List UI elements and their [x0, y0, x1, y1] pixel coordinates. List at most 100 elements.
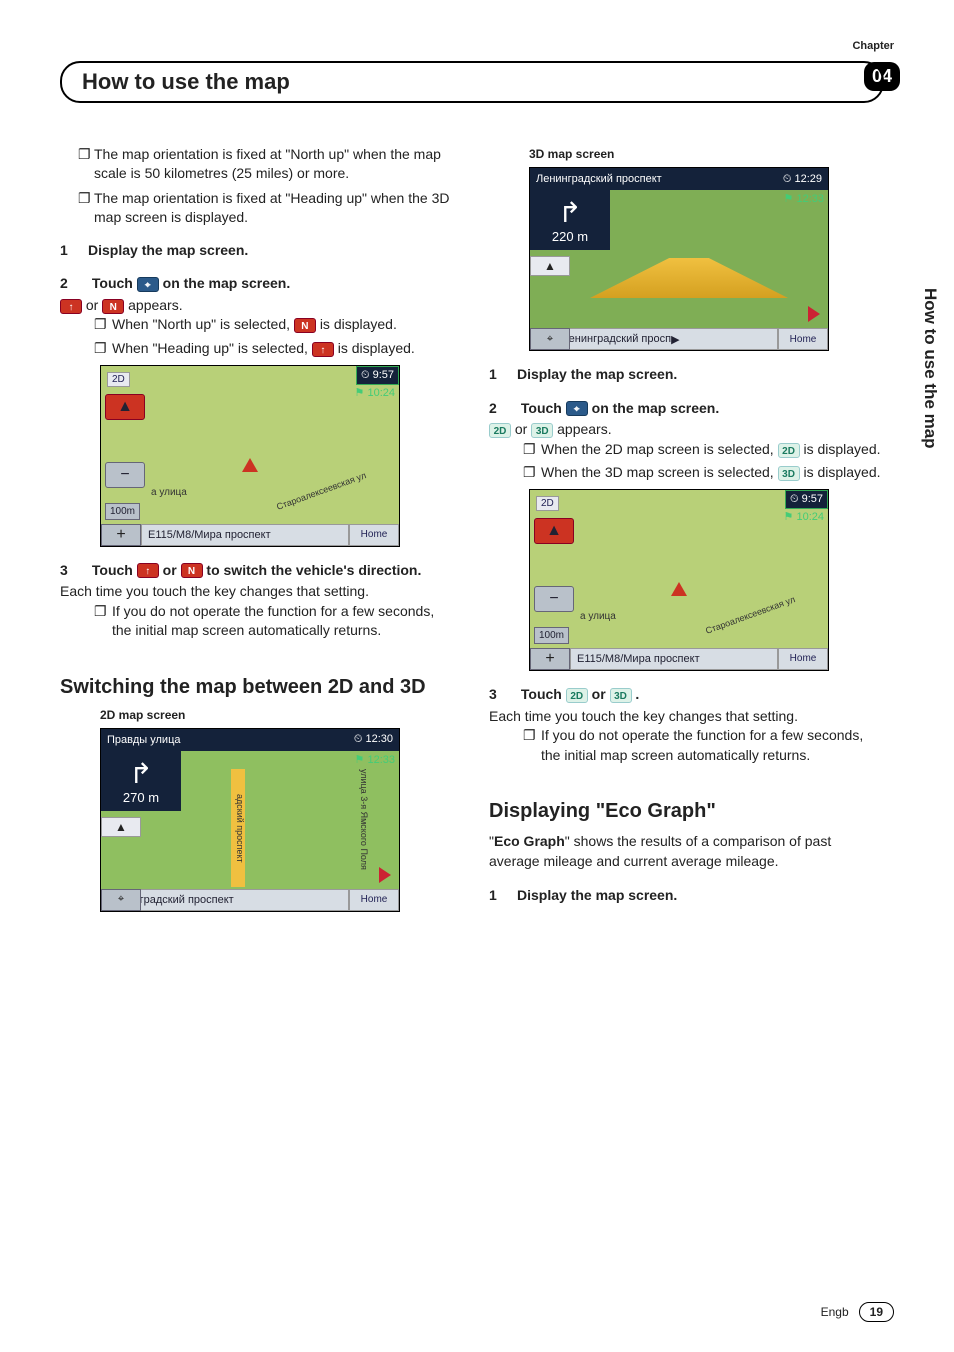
step-text: on the map screen. [163, 275, 291, 291]
current-road: E115/М8/Мира проспект [141, 524, 349, 546]
paragraph: Each time you touch the key changes that… [60, 582, 455, 602]
step-text: Display the map screen. [88, 242, 248, 258]
compass-icon: ⌖ [566, 401, 588, 416]
map-scale: 100m [105, 503, 140, 520]
step-text: Touch [521, 686, 562, 702]
caption-2d: 2D map screen [100, 708, 455, 722]
north-up-icon: N [102, 299, 124, 314]
map-mode-badge: 2D [107, 372, 130, 387]
text: If you do not operate the function for a… [112, 602, 455, 641]
sub-bullet: ❐If you do not operate the function for … [523, 726, 884, 765]
map-top-road: Правды улица [107, 734, 180, 746]
map-scale: 100m [534, 627, 569, 644]
step-1: 1Display the map screen. [489, 886, 884, 906]
step-text: on the map screen. [592, 400, 720, 416]
eco-button[interactable]: ▲ [101, 817, 141, 837]
step-text: to switch the vehicle's direction. [206, 562, 421, 578]
text: When "Heading up" is selected, [112, 340, 308, 356]
sub-bullet: ❐ When "North up" is selected, N is disp… [94, 315, 455, 335]
compass-icon: ⌖ [137, 277, 159, 292]
paragraph: "Eco Graph" shows the results of a compa… [489, 832, 884, 871]
destination-arrow-icon [379, 867, 391, 883]
text: is displayed. [320, 316, 397, 332]
zoom-in-button[interactable]: + [101, 524, 141, 546]
step-3: 3 Touch ↑ or N to switch the vehicle's d… [60, 561, 455, 581]
heading-up-icon: ↑ [60, 299, 82, 314]
north-up-icon: N [294, 318, 316, 333]
text: or [163, 562, 177, 578]
map-eta: ⚑ 12:33 [780, 190, 828, 207]
bullet-item: ❐The map orientation is fixed at "North … [78, 145, 455, 183]
north-up-icon: N [181, 563, 203, 578]
road-3d [590, 258, 788, 298]
turn-distance: 220 m [552, 229, 588, 244]
heading-up-icon: ↑ [137, 563, 159, 578]
map-clock: ⏲ 12:30 [354, 733, 393, 746]
step-text: Touch [521, 400, 562, 416]
left-column: ❐The map orientation is fixed at "North … [60, 143, 455, 912]
appears-line: 2D or 3D appears. [489, 420, 884, 440]
text: When "North up" is selected, [112, 316, 290, 332]
text: appears. [128, 297, 182, 313]
heading-up-icon: ↑ [312, 342, 334, 357]
text: is displayed. [338, 340, 415, 356]
map-eta: ⚑ 12:33 [351, 751, 399, 768]
map-street-label: а улица [151, 487, 187, 498]
step-text: Display the map screen. [517, 366, 677, 382]
map-clock: ⏲ 12:29 [783, 173, 822, 186]
vehicle-icon [242, 458, 258, 472]
3d-icon: 3D [610, 688, 632, 703]
destination-arrow-icon [808, 306, 820, 322]
map-screenshot-1: 2D ⏲ 9:57 ⚑ 10:24 ▲ − 100m а улица Старо… [100, 365, 455, 547]
page-footer: Engb 19 [821, 1302, 894, 1322]
map-screenshot-2d: Правды улица ⏲ 12:30 ⚑ 12:33 ↱ 270 m ▲ а… [100, 728, 455, 912]
compass-button[interactable]: ⌖ [101, 889, 141, 911]
sub-bullet: ❐ When the 2D map screen is selected, 2D… [523, 440, 884, 460]
page-title-row: How to use the map [60, 61, 884, 103]
turn-panel: ↱ 220 m [530, 190, 610, 250]
2d-icon: 2D [489, 423, 511, 438]
home-button[interactable]: Home [778, 648, 828, 670]
step-2: 2 Touch ⌖ on the map screen. [489, 399, 884, 419]
step-text: . [635, 686, 639, 702]
direction-button[interactable]: ▲ [534, 518, 574, 544]
map-road-label: адский проспект [231, 769, 245, 887]
zoom-in-button[interactable]: + [530, 648, 570, 670]
appears-line: ↑ or N appears. [60, 296, 455, 316]
step-text: Display the map screen. [517, 887, 677, 903]
2d-icon: 2D [566, 688, 588, 703]
right-column: 3D map screen Ленинградский проспект ⏲ 1… [489, 143, 884, 912]
text: is displayed. [803, 441, 880, 457]
step-3: 3 Touch 2D or 3D . [489, 685, 884, 705]
zoom-out-button[interactable]: − [534, 586, 574, 612]
page-title: How to use the map [82, 69, 862, 95]
zoom-out-button[interactable]: − [105, 462, 145, 488]
eco-button[interactable]: ▲ [530, 256, 570, 276]
map-road-label: улица 3-я Ямского Поля [359, 769, 369, 887]
text: When the 3D map screen is selected, [541, 464, 774, 480]
text: or [592, 686, 606, 702]
step-text: Touch [92, 562, 133, 578]
step-1: 1Display the map screen. [489, 365, 884, 385]
home-button[interactable]: Home [349, 889, 399, 911]
map-mode-badge: 2D [536, 496, 559, 511]
step-2: 2 Touch ⌖ on the map screen. [60, 274, 455, 294]
map-top-road: Ленинградский проспект [536, 173, 662, 185]
3d-icon: 3D [778, 466, 800, 481]
text: appears. [557, 421, 611, 437]
page-number: 19 [859, 1302, 894, 1322]
compass-button[interactable]: ⌖ [530, 328, 570, 350]
map-clock: ⏲ 9:57 [356, 366, 399, 385]
map-clock: ⏲ 9:57 [785, 490, 828, 509]
paragraph: Each time you touch the key changes that… [489, 707, 884, 727]
map-screenshot-3d: Ленинградский проспект ⏲ 12:29 ⚑ 12:33 ↱… [529, 167, 884, 351]
home-button[interactable]: Home [349, 524, 399, 546]
direction-button[interactable]: ▲ [105, 394, 145, 420]
bullet-text: The map orientation is fixed at "North u… [94, 145, 455, 183]
home-button[interactable]: Home [778, 328, 828, 350]
text: is displayed. [803, 464, 880, 480]
turn-panel: ↱ 270 m [101, 751, 181, 811]
map-screenshot-4: 2D ⏲ 9:57 ⚑ 10:24 ▲ − 100m а улица Старо… [529, 489, 884, 671]
sub-bullet: ❐ When the 3D map screen is selected, 3D… [523, 463, 884, 483]
current-road: E115/М8/Мира проспект [570, 648, 778, 670]
